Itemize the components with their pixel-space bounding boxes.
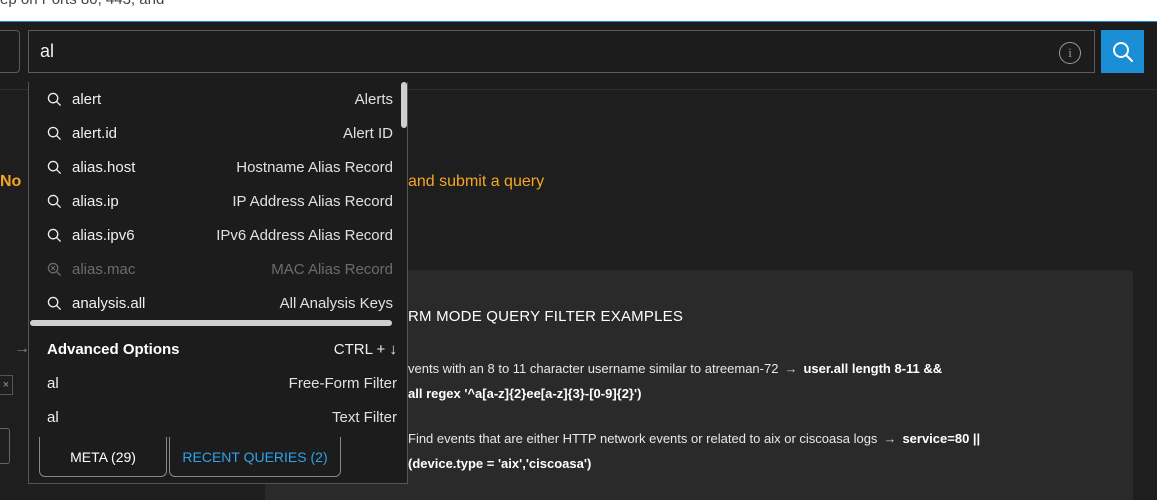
- close-icon[interactable]: ×: [0, 375, 13, 395]
- suggestion-item[interactable]: alias.ip IP Address Alias Record: [29, 184, 399, 218]
- vertical-scrollbar[interactable]: [401, 82, 407, 128]
- option-value: al: [47, 374, 59, 392]
- suggestion-description: Alerts: [354, 90, 393, 108]
- search-icon: [47, 296, 65, 311]
- option-description: Text Filter: [331, 408, 397, 426]
- arrow-right-icon: →: [883, 431, 897, 446]
- suggestion-description: Alert ID: [342, 124, 393, 142]
- suggestion-description: MAC Alias Record: [271, 260, 393, 278]
- tab-recent-queries[interactable]: RECENT QUERIES (2): [169, 437, 341, 477]
- example-line: all regex '^a[a-z]{2}ee[a-z]{3}-[0-9]{2}…: [408, 386, 641, 401]
- arrow-right-icon: →: [784, 361, 798, 376]
- example-line: (device.type = 'aix','ciscoasa'): [408, 456, 591, 471]
- option-description: Free-Form Filter: [288, 374, 397, 392]
- example-query[interactable]: user.all length 8-11 &&: [803, 361, 942, 376]
- example-text: vents with an 8 to 11 character username…: [408, 361, 779, 376]
- suggestion-key: alias.ipv6: [72, 226, 135, 244]
- left-control-stub[interactable]: [0, 428, 10, 464]
- example-text: Find events that are either HTTP network…: [408, 431, 878, 446]
- advanced-options-section: Advanced Options CTRL + ↓ al Free-Form F…: [29, 332, 407, 434]
- example-query[interactable]: service=80 ||: [902, 431, 980, 446]
- free-form-filter-option[interactable]: al Free-Form Filter: [29, 366, 407, 400]
- suggestion-description: Hostname Alias Record: [236, 158, 393, 176]
- search-disabled-icon: [47, 262, 65, 277]
- suggestion-description: IP Address Alias Record: [232, 192, 393, 210]
- suggestion-item[interactable]: alias.ipv6 IPv6 Address Alias Record: [29, 218, 399, 252]
- examples-title: RM MODE QUERY FILTER EXAMPLES: [408, 308, 684, 325]
- search-icon: [47, 126, 65, 141]
- example-query[interactable]: all regex '^a[a-z]{2}ee[a-z]{3}-[0-9]{2}…: [408, 386, 641, 401]
- search-input[interactable]: [28, 30, 1095, 73]
- suggestion-key: alias.ip: [72, 192, 119, 210]
- advanced-options-title: Advanced Options: [47, 340, 180, 358]
- search-icon: [47, 194, 65, 209]
- top-strip-text: ep on Ports 80, 443, and: [0, 0, 164, 8]
- suggestion-list: alert Alerts alert.id Alert ID alias.hos…: [29, 82, 399, 320]
- dropdown-tabs: META (29) RECENT QUERIES (2): [39, 437, 369, 477]
- text-filter-option[interactable]: al Text Filter: [29, 400, 407, 434]
- search-bar-row: i: [0, 22, 1157, 90]
- no-query-text: No: [0, 173, 22, 190]
- top-strip: ep on Ports 80, 443, and: [0, 0, 1157, 22]
- suggestion-item[interactable]: alert.id Alert ID: [29, 116, 399, 150]
- advanced-options-header: Advanced Options CTRL + ↓: [29, 332, 407, 366]
- left-input-stub[interactable]: [0, 30, 20, 73]
- search-icon: [47, 92, 65, 107]
- suggestion-item-disabled: alias.mac MAC Alias Record: [29, 252, 399, 286]
- search-icon: [1112, 41, 1133, 62]
- horizontal-scrollbar[interactable]: [30, 320, 392, 326]
- suggestion-item[interactable]: analysis.all All Analysis Keys: [29, 286, 399, 320]
- info-icon[interactable]: i: [1059, 42, 1081, 64]
- suggestion-key: alias.host: [72, 158, 136, 176]
- suggestion-key: alias.mac: [72, 260, 136, 278]
- suggestion-item[interactable]: alert Alerts: [29, 82, 399, 116]
- search-button[interactable]: [1101, 30, 1144, 73]
- suggestion-item[interactable]: alias.host Hostname Alias Record: [29, 150, 399, 184]
- submit-query-text: and submit a query: [408, 173, 545, 190]
- example-line: Find events that are either HTTP network…: [408, 431, 980, 446]
- search-icon: [47, 228, 65, 243]
- search-icon: [47, 160, 65, 175]
- suggestion-description: IPv6 Address Alias Record: [216, 226, 393, 244]
- example-query[interactable]: (device.type = 'aix','ciscoasa'): [408, 456, 591, 471]
- suggestion-key: analysis.all: [72, 294, 146, 312]
- autocomplete-dropdown: alert Alerts alert.id Alert ID alias.hos…: [28, 82, 408, 484]
- suggestion-key: alert: [72, 90, 102, 108]
- example-line: vents with an 8 to 11 character username…: [408, 361, 942, 376]
- suggestion-key: alert.id: [72, 124, 118, 142]
- tab-meta[interactable]: META (29): [39, 437, 167, 477]
- option-value: al: [47, 408, 59, 426]
- suggestion-description: All Analysis Keys: [279, 294, 393, 312]
- keyboard-shortcut: CTRL + ↓: [333, 340, 397, 358]
